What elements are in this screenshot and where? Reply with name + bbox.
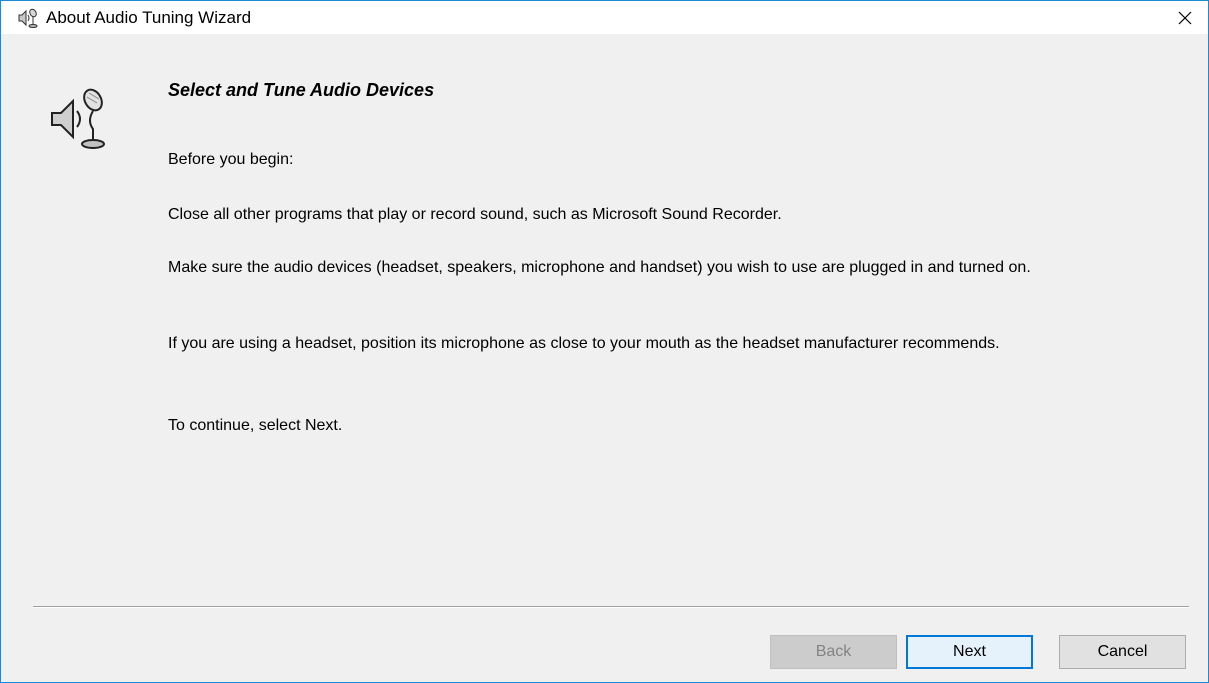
instruction-devices-plugged: Make sure the audio devices (headset, sp… <box>168 259 1031 276</box>
cancel-button[interactable]: Cancel <box>1059 635 1186 669</box>
button-separator <box>33 606 1189 608</box>
instruction-continue: To continue, select Next. <box>168 417 343 434</box>
instruction-intro: Before you begin: <box>168 151 294 168</box>
title-bar[interactable]: About Audio Tuning Wizard <box>1 1 1208 34</box>
dialog-body: Select and Tune Audio Devices Before you… <box>1 34 1208 682</box>
back-button[interactable]: Back <box>770 635 897 669</box>
speaker-microphone-icon <box>51 88 105 149</box>
wizard-window: About Audio Tuning Wizard Select and Tun… <box>0 0 1209 683</box>
speaker-microphone-icon <box>18 8 38 28</box>
next-button[interactable]: Next <box>906 635 1033 669</box>
instruction-close-programs: Close all other programs that play or re… <box>168 206 782 223</box>
page-title: Select and Tune Audio Devices <box>168 80 435 100</box>
window-title: About Audio Tuning Wizard <box>46 8 252 27</box>
instruction-headset-position: If you are using a headset, position its… <box>168 335 1000 352</box>
close-button[interactable] <box>1162 1 1208 34</box>
close-icon <box>1178 11 1192 24</box>
